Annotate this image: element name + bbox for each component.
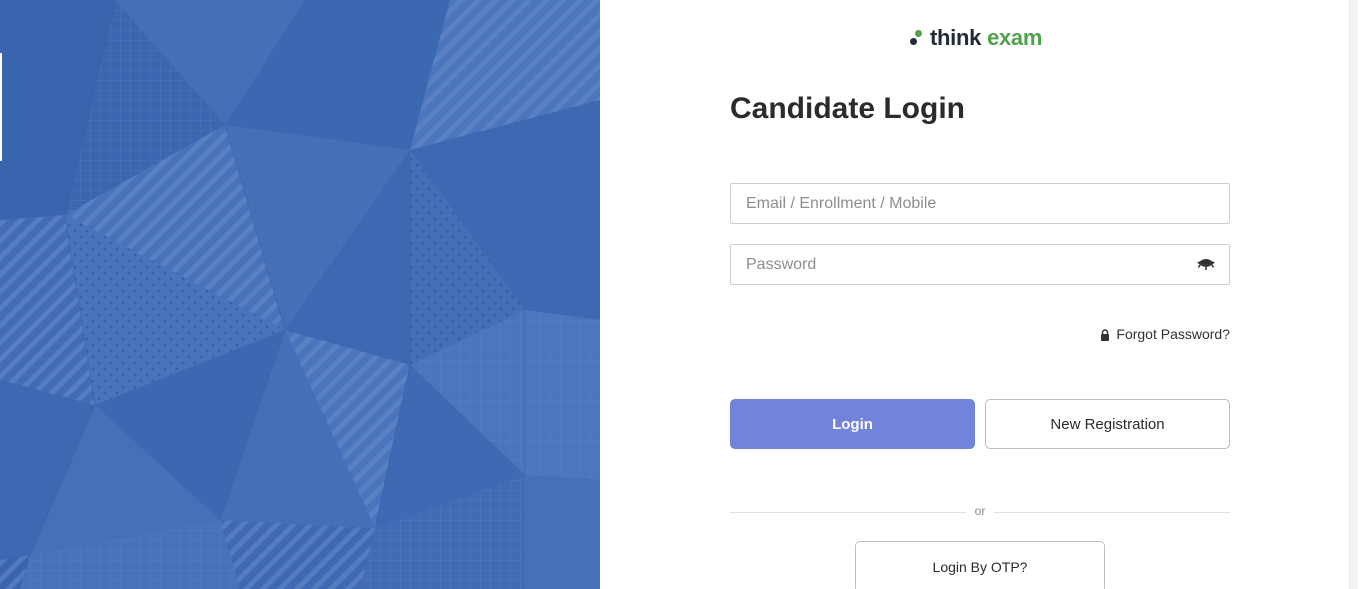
email-field-wrapper xyxy=(730,183,1230,224)
login-panel: think exam Candidate Login Email / Enrol… xyxy=(600,0,1358,589)
geometric-pattern xyxy=(0,0,600,589)
decorative-panel xyxy=(0,0,600,589)
login-page: think exam Candidate Login Email / Enrol… xyxy=(0,0,1366,589)
lock-icon xyxy=(1100,328,1110,341)
page-title: Candidate Login xyxy=(730,92,965,125)
divider-label: or xyxy=(974,504,986,518)
password-field-wrapper xyxy=(730,244,1230,285)
brand-logo: think exam xyxy=(909,24,1042,52)
brand-name-exam: exam xyxy=(987,25,1043,50)
login-by-otp-button[interactable]: Login By OTP? xyxy=(855,541,1105,589)
or-divider: or xyxy=(730,503,1230,521)
brand-mark-icon xyxy=(909,28,925,48)
scrollbar[interactable] xyxy=(1349,0,1358,589)
login-button[interactable]: Login xyxy=(730,399,975,449)
forgot-password-link[interactable]: Forgot Password? xyxy=(1100,326,1230,342)
divider-line-right xyxy=(994,512,1230,513)
forgot-password-label: Forgot Password? xyxy=(1116,326,1230,342)
new-registration-button[interactable]: New Registration xyxy=(985,399,1230,449)
eye-closed-icon[interactable] xyxy=(1197,257,1215,273)
side-tab[interactable] xyxy=(0,53,2,161)
password-input[interactable] xyxy=(731,245,1229,284)
brand-name-think: think xyxy=(930,25,982,50)
email-input[interactable] xyxy=(731,184,1229,223)
